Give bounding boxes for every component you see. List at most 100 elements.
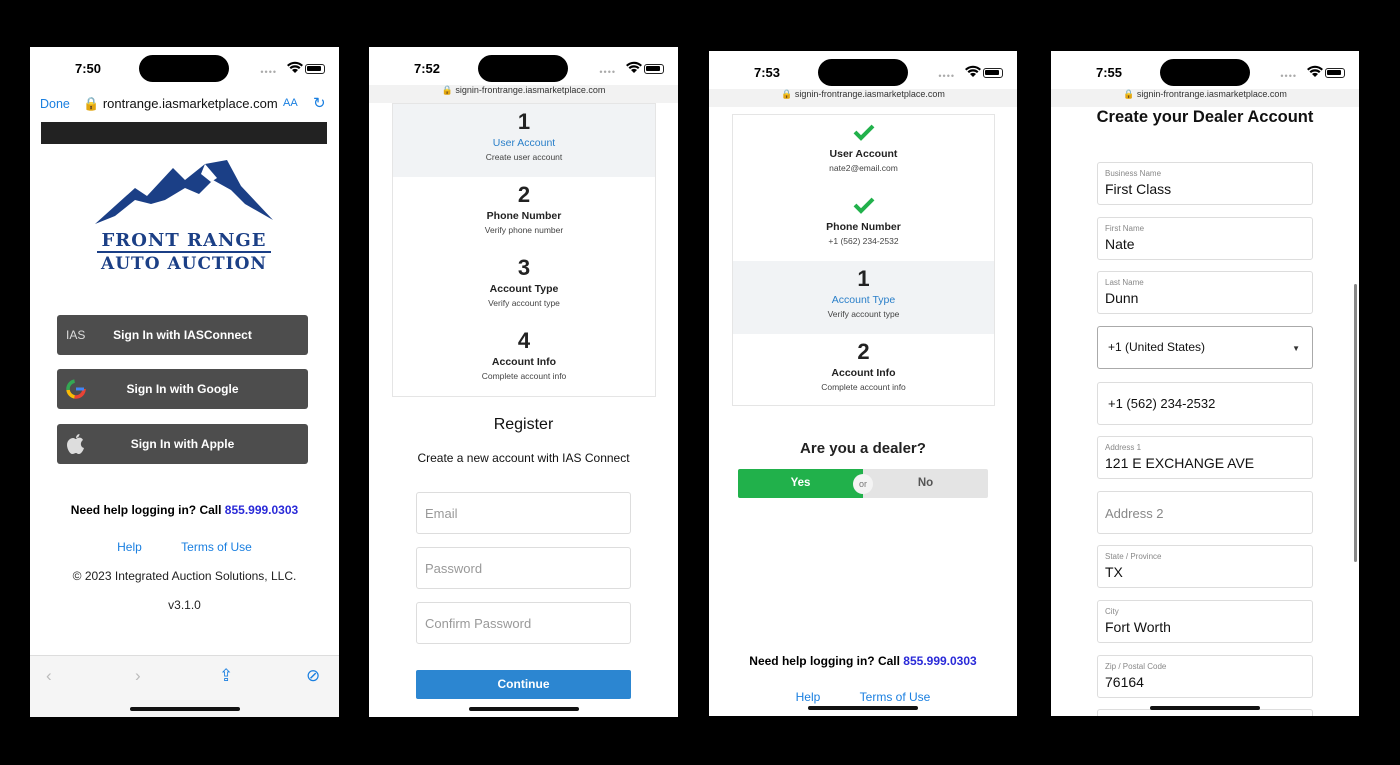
phone-field[interactable]: +1 (562) 234-2532 [1097, 382, 1313, 425]
battery-icon [983, 68, 1003, 78]
button-label: Sign In with IASConnect [113, 328, 252, 342]
terms-link[interactable]: Terms of Use [181, 540, 252, 554]
address-2-field[interactable]: Address 2 [1097, 491, 1313, 534]
step-title: User Account [829, 148, 898, 160]
check-icon [853, 197, 874, 214]
next-field[interactable] [1097, 709, 1313, 716]
yes-button[interactable]: Yes [738, 469, 863, 498]
confirm-password-field[interactable]: Confirm Password [416, 602, 631, 644]
address-1-field[interactable]: Address 1 121 E EXCHANGE AVE [1097, 436, 1313, 479]
zip-field[interactable]: Zip / Postal Code 76164 [1097, 655, 1313, 698]
help-link[interactable]: Help [796, 690, 821, 704]
dynamic-island [478, 55, 568, 82]
field-label: First Name [1105, 224, 1145, 233]
url-text: signin-frontrange.iasmarketplace.com [455, 85, 606, 95]
country-select[interactable]: +1 (United States) ▼ [1097, 326, 1313, 369]
step-subtitle: Create user account [485, 152, 563, 162]
last-name-field[interactable]: Last Name Dunn [1097, 271, 1313, 314]
home-indicator [1150, 706, 1260, 710]
battery-icon [644, 64, 664, 74]
signal-icon: •••• [1280, 71, 1297, 81]
wifi-icon [965, 65, 981, 77]
wifi-icon [626, 61, 642, 73]
header-banner [41, 122, 327, 144]
field-value: TX [1105, 564, 1123, 580]
dealer-toggle: Yes No or [738, 469, 988, 498]
register-subtitle: Create a new account with IAS Connect [417, 451, 630, 465]
status-bar: 7:52 •••• [369, 47, 678, 87]
help-phone-link[interactable]: 855.999.0303 [903, 654, 976, 668]
text-size-button[interactable]: AA [283, 97, 298, 109]
url-bar[interactable]: 🔒 signin-frontrange.iasmarketplace.com [369, 85, 678, 103]
front-range-logo: FRONT RANGE AUTO AUCTION [95, 160, 273, 275]
field-value: Dunn [1105, 290, 1139, 306]
url-bar[interactable]: 🔒 signin-frontrange.iasmarketplace.com [1051, 89, 1359, 107]
step-account-type: 3 Account Type Verify account type [393, 250, 655, 323]
email-field[interactable]: Email [416, 492, 631, 534]
step-account-info: 2 Account Info Complete account info [733, 334, 994, 407]
sign-in-apple-button[interactable]: Sign In with Apple [57, 424, 308, 464]
dynamic-island [1160, 59, 1250, 86]
sign-in-iasconnect-button[interactable]: IAS Sign In with IASConnect [57, 315, 308, 355]
help-phone-link[interactable]: 855.999.0303 [225, 503, 298, 517]
help-line: Need help logging in? Call 855.999.0303 [30, 503, 339, 517]
signal-icon: •••• [599, 67, 616, 77]
state-field[interactable]: State / Province TX [1097, 545, 1313, 588]
step-subtitle: Verify account type [827, 309, 900, 319]
step-title: Phone Number [826, 221, 901, 233]
field-value: Nate [1105, 236, 1135, 252]
help-link[interactable]: Help [117, 540, 142, 554]
scrollbar[interactable] [1354, 284, 1357, 562]
url-bar[interactable]: 🔒 signin-frontrange.iasmarketplace.com [709, 89, 1017, 107]
step-subtitle: nate2@email.com [829, 163, 898, 173]
home-indicator [129, 707, 240, 711]
step-phone-number: Phone Number +1 (562) 234-2532 [733, 188, 994, 261]
lock-icon: 🔒 [83, 96, 100, 111]
status-time: 7:53 [754, 65, 781, 80]
no-button[interactable]: No [863, 469, 988, 498]
step-number: 4 [517, 328, 531, 353]
step-account-type: 1 Account Type Verify account type [733, 261, 994, 334]
step-subtitle: Verify account type [488, 298, 560, 308]
terms-link[interactable]: Terms of Use [860, 690, 931, 704]
status-time: 7:55 [1096, 65, 1123, 80]
home-indicator [468, 707, 579, 711]
reload-icon[interactable]: ↻ [313, 94, 326, 112]
password-field[interactable]: Password [416, 547, 631, 589]
field-label: Zip / Postal Code [1105, 662, 1167, 671]
first-name-field[interactable]: First Name Nate [1097, 217, 1313, 260]
step-title: User Account [492, 137, 556, 149]
field-value: +1 (United States) [1108, 340, 1206, 354]
field-label: Business Name [1105, 169, 1162, 178]
mountain-icon [95, 160, 273, 224]
dealer-question: Are you a dealer? [800, 440, 926, 457]
continue-button[interactable]: Continue [416, 670, 631, 699]
help-text: Need help logging in? Call [70, 503, 222, 517]
field-label: Address 1 [1105, 443, 1142, 452]
field-label: State / Province [1105, 552, 1162, 561]
business-name-field[interactable]: Business Name First Class [1097, 162, 1313, 205]
forward-icon[interactable]: › [135, 666, 141, 686]
apple-icon [67, 434, 84, 454]
field-label: City [1105, 607, 1119, 616]
step-number: 1 [517, 109, 531, 134]
sign-in-google-button[interactable]: Sign In with Google [57, 369, 308, 409]
step-number: 3 [517, 255, 531, 280]
status-bar: 7:53 •••• [709, 51, 1017, 91]
compass-icon[interactable]: ⊘ [306, 666, 320, 686]
done-button[interactable]: Done [40, 97, 70, 111]
version: v3.1.0 [168, 598, 201, 612]
step-subtitle: Complete account info [821, 382, 906, 392]
step-number: 1 [857, 266, 870, 291]
footer-links: Help Terms of Use [30, 540, 339, 554]
url-bar[interactable]: 🔒 rontrange.iasmarketplace.com [83, 96, 278, 112]
register-title: Register [493, 416, 554, 433]
dynamic-island [139, 55, 229, 82]
chevron-down-icon: ▼ [1292, 344, 1300, 353]
share-icon[interactable]: ⇪ [219, 666, 233, 686]
back-icon[interactable]: ‹ [46, 666, 52, 686]
city-field[interactable]: City Fort Worth [1097, 600, 1313, 643]
phone-register-screen: 7:52 •••• 🔒 signin-frontrange.iasmarketp… [369, 47, 678, 717]
lock-icon: 🔒 [1123, 89, 1135, 99]
battery-icon [305, 64, 325, 74]
